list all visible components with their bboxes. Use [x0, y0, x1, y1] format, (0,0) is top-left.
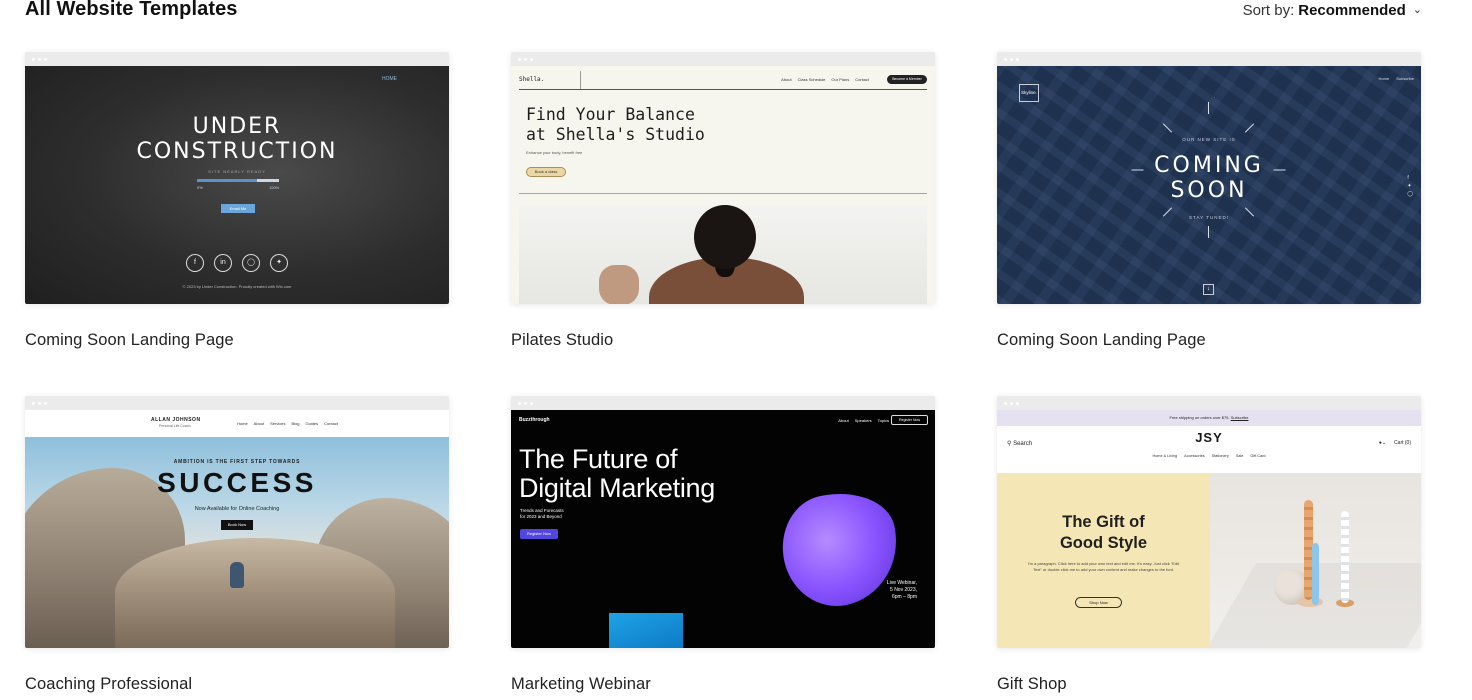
preview-footer: © 2023 by Under Construction. Proudly cr… — [182, 284, 292, 289]
preview-subtitle: Enhance your body, benefit free — [526, 150, 583, 155]
template-caption[interactable]: Coaching Professional — [25, 675, 449, 694]
preview-headline: UNDER CONSTRUCTION — [136, 114, 338, 164]
progress-start: 0% — [197, 185, 203, 190]
linkedin-icon: in — [214, 254, 232, 272]
preview-headline: SUCCESS — [157, 467, 317, 498]
preview-brand: JSY — [1195, 430, 1223, 445]
twitter-icon: ✦ — [270, 254, 288, 272]
browser-chrome — [511, 396, 935, 410]
preview-paragraph: I'm a paragraph. Click here to add your … — [1027, 561, 1180, 572]
template-card[interactable]: HOME UNDER CONSTRUCTION SITE NEARLY READ… — [25, 52, 449, 350]
template-caption[interactable]: Gift Shop — [997, 675, 1421, 694]
facebook-icon: f — [1407, 175, 1409, 181]
preview-button: Book Now — [221, 520, 253, 530]
template-card[interactable]: Shella. About Class Schedule Our Plans C… — [511, 52, 935, 350]
preview-pretitle: AMBITION IS THE FIRST STEP TOWARDS — [173, 459, 301, 465]
sort-dropdown[interactable]: Sort by: Recommended ⌄ — [1243, 2, 1422, 19]
preview-nav: About Class Schedule Our Plans Contact — [781, 77, 869, 82]
preview-cart: ●⌄ Cart (0) — [1378, 440, 1411, 446]
preview-nav: About Speakers Topics — [838, 418, 889, 423]
template-preview-frame[interactable]: Free shipping on orders over $75. Subscr… — [997, 396, 1421, 648]
preview-headline: Find Your Balance at Shella's Studio — [526, 105, 705, 144]
template-card[interactable]: Free shipping on orders over $75. Subscr… — [997, 396, 1421, 694]
social-icons: f ✦ ◯ — [1407, 174, 1413, 198]
browser-chrome — [997, 52, 1421, 66]
preview-subtitle: Trends and Forecasts for 2023 and Beyond — [520, 508, 564, 519]
preview-headline: The Gift of Good Style — [1059, 513, 1148, 552]
page-title: All Website Templates — [25, 0, 238, 20]
template-caption[interactable]: Pilates Studio — [511, 331, 935, 350]
template-preview: Buzzthrough About Speakers Topics Regist… — [511, 410, 935, 648]
preview-posttitle: STAY TUNED! — [1189, 215, 1229, 220]
template-preview-frame[interactable]: Buzzthrough About Speakers Topics Regist… — [511, 396, 935, 648]
facebook-icon: f — [186, 254, 204, 272]
preview-button: Book a class — [526, 167, 566, 177]
preview-subtitle: Now Available for Online Coaching — [194, 506, 280, 512]
preview-photo — [1210, 473, 1421, 648]
blue-tile — [609, 613, 683, 648]
arrow-down-icon: ↓ — [1203, 284, 1214, 295]
preview-button: Email Me — [221, 204, 255, 213]
preview-member-button: Become a Member — [887, 75, 927, 84]
twitter-icon: ✦ — [1407, 183, 1412, 189]
progress-bar — [197, 179, 279, 182]
social-icons: f in ◯ ✦ — [186, 254, 288, 272]
instagram-icon: ◯ — [1407, 191, 1413, 197]
template-preview-frame[interactable]: Shella. About Class Schedule Our Plans C… — [511, 52, 935, 304]
preview-header: ALLAN JOHNSON Personal Life Coach Home A… — [25, 410, 449, 437]
browser-chrome — [25, 396, 449, 410]
template-preview-frame[interactable]: HOME UNDER CONSTRUCTION SITE NEARLY READ… — [25, 52, 449, 304]
template-caption[interactable]: Coming Soon Landing Page — [997, 331, 1421, 350]
browser-chrome — [997, 396, 1421, 410]
preview-headline: COMING SOON — [1154, 153, 1264, 203]
preview-button: Shop Now — [1075, 597, 1122, 608]
template-preview-frame[interactable]: Skyline. Home Subscribe OUR NEW SITE IS … — [997, 52, 1421, 304]
user-icon: ●⌄ — [1378, 440, 1387, 446]
template-caption[interactable]: Coming Soon Landing Page — [25, 331, 449, 350]
template-preview: HOME UNDER CONSTRUCTION SITE NEARLY READ… — [25, 66, 449, 304]
preview-button: Register Now — [520, 529, 558, 539]
preview-banner: Free shipping on orders over $75. Subscr… — [997, 410, 1421, 426]
instagram-icon: ◯ — [242, 254, 260, 272]
chevron-down-icon: ⌄ — [1412, 4, 1422, 16]
template-preview: Shella. About Class Schedule Our Plans C… — [511, 66, 935, 304]
preview-live-info: Live Webinar, 5 Nov 2023, 6pm – 8pm — [886, 580, 917, 600]
preview-nav: HOME — [382, 76, 397, 82]
sort-label: Sort by: — [1242, 2, 1295, 19]
template-card[interactable]: Buzzthrough About Speakers Topics Regist… — [511, 396, 935, 694]
template-card[interactable]: ALLAN JOHNSON Personal Life Coach Home A… — [25, 396, 449, 694]
template-preview: Free shipping on orders over $75. Subscr… — [997, 410, 1421, 648]
template-caption[interactable]: Marketing Webinar — [511, 675, 935, 694]
sort-value: Recommended — [1298, 2, 1406, 19]
template-preview: Skyline. Home Subscribe OUR NEW SITE IS … — [997, 66, 1421, 304]
progress-end: 100% — [269, 185, 280, 190]
browser-chrome — [511, 52, 935, 66]
preview-nav: Home & Living Accessories Stationery Sal… — [1152, 454, 1266, 458]
preview-logo: Skyline. — [1019, 84, 1039, 102]
preview-headline: The Future of Digital Marketing — [519, 444, 715, 503]
template-preview: ALLAN JOHNSON Personal Life Coach Home A… — [25, 410, 449, 648]
preview-photo — [519, 205, 927, 304]
template-card[interactable]: Skyline. Home Subscribe OUR NEW SITE IS … — [997, 52, 1421, 350]
browser-chrome — [25, 52, 449, 66]
preview-logo: Buzzthrough — [519, 417, 550, 423]
preview-register-top: Register Now — [891, 415, 928, 425]
preview-pretitle: OUR NEW SITE IS — [1182, 137, 1236, 142]
template-preview-frame[interactable]: ALLAN JOHNSON Personal Life Coach Home A… — [25, 396, 449, 648]
preview-subtitle: SITE NEARLY READY — [208, 169, 266, 174]
climber — [230, 562, 244, 588]
preview-nav: Home Subscribe — [1378, 76, 1414, 81]
preview-logo: Shella. — [519, 76, 545, 83]
